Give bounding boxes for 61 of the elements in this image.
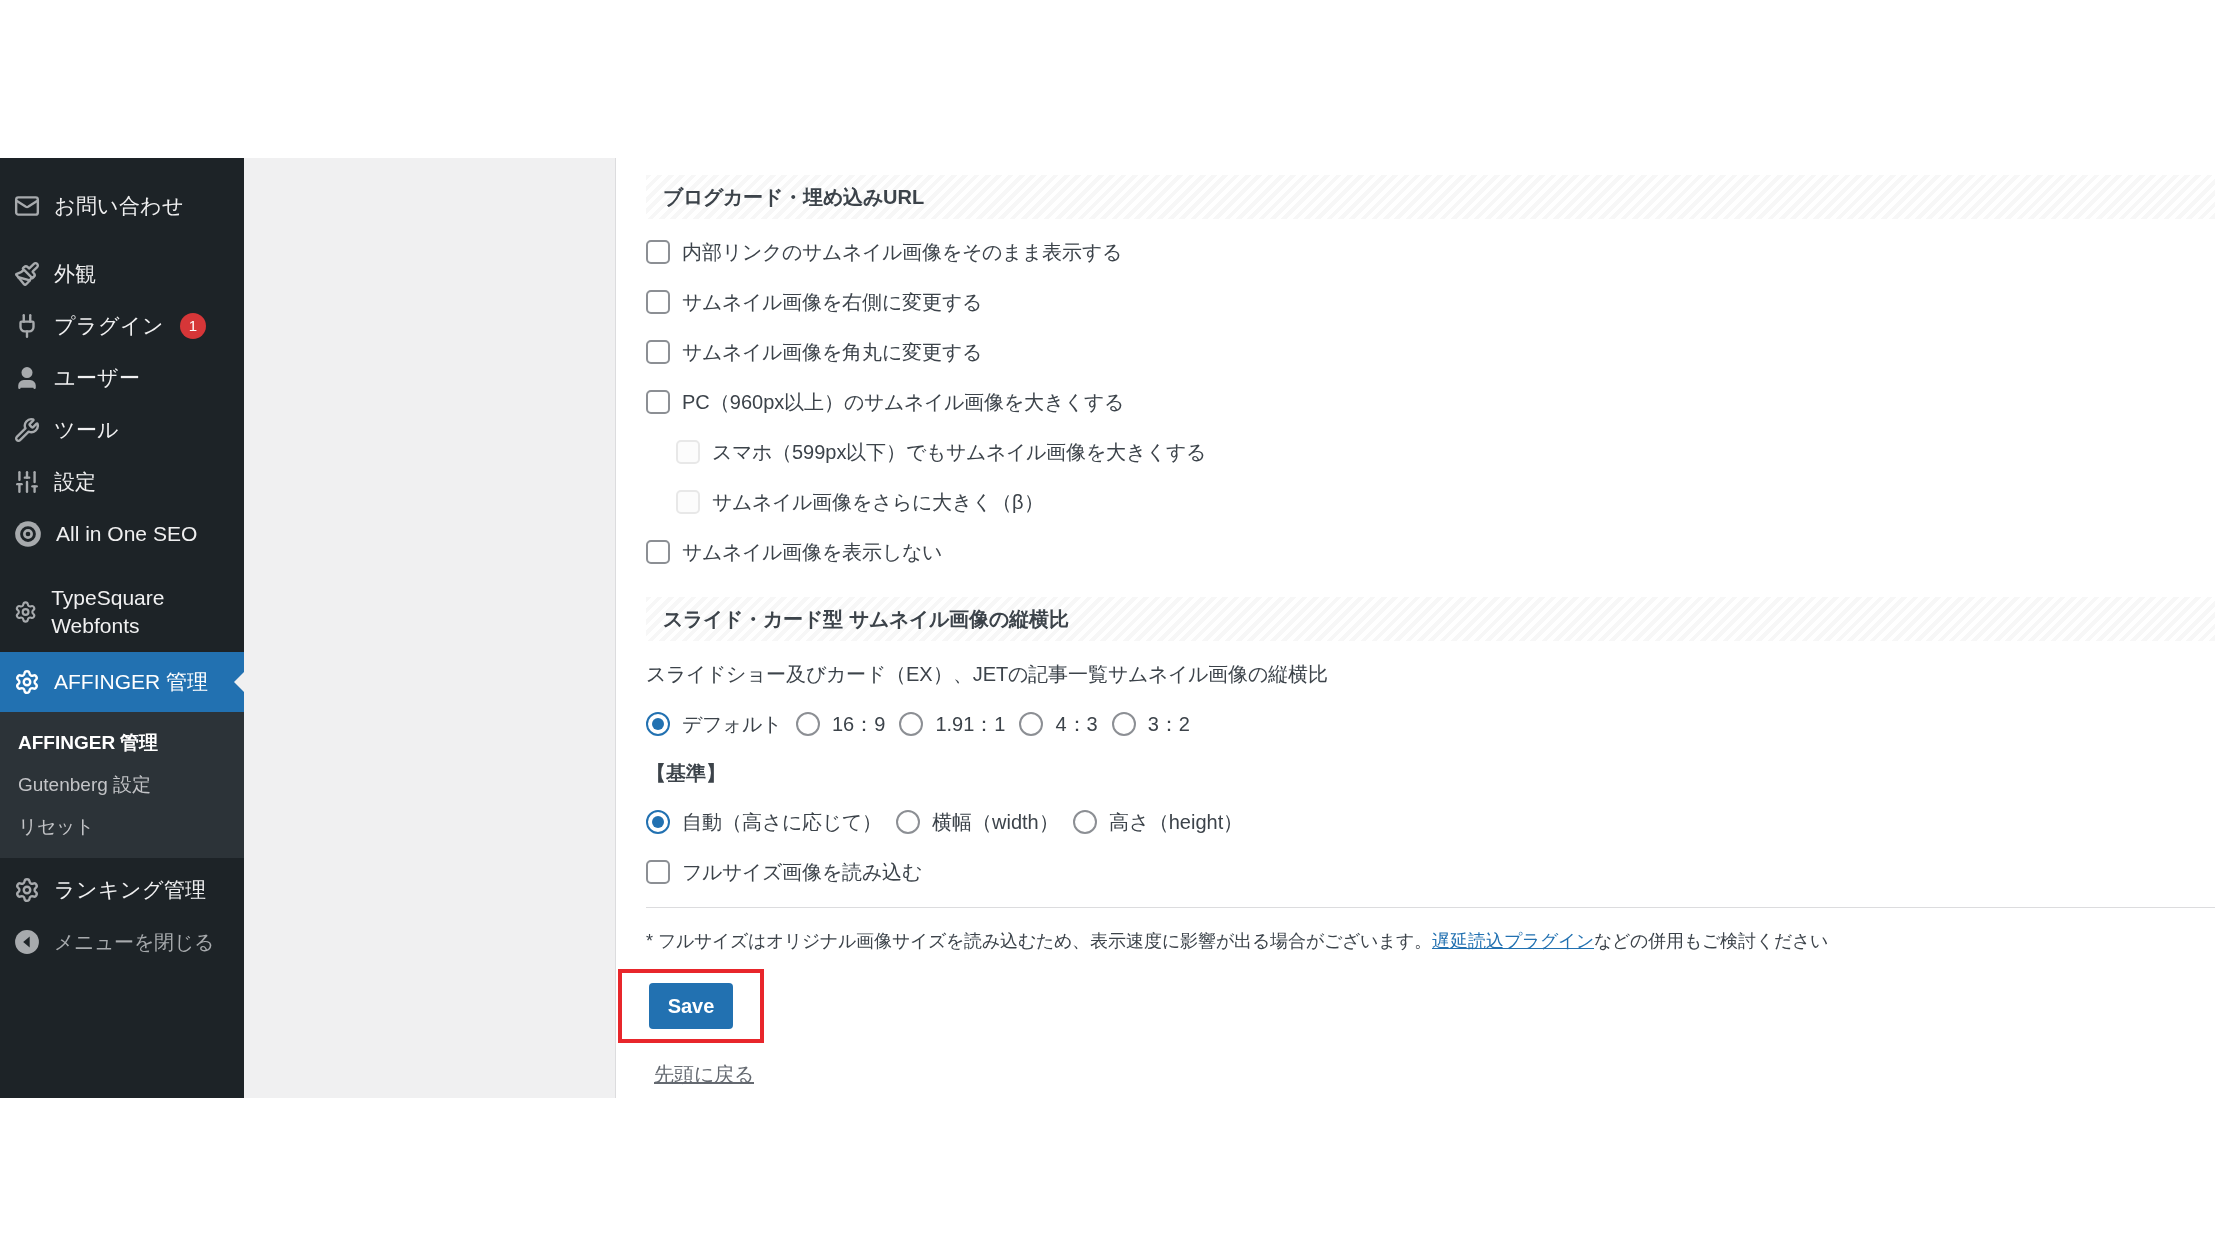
sidebar-item[interactable]: ランキング管理 xyxy=(0,864,244,916)
checkbox-label: 内部リンクのサムネイル画像をそのまま表示する xyxy=(682,240,1122,265)
radio-label: 自動（高さに応じて） xyxy=(682,810,882,835)
radio-button[interactable] xyxy=(646,810,670,834)
sliders-icon xyxy=(14,469,40,495)
collapse-menu-button[interactable]: メニューを閉じる xyxy=(0,916,244,968)
checkbox-label: サムネイル画像をさらに大きく（β） xyxy=(712,490,1044,515)
radio-button[interactable] xyxy=(899,712,924,736)
subheading: 【基準】 xyxy=(646,761,727,786)
sidebar-item[interactable]: TypeSquare Webfonts xyxy=(0,576,244,648)
radio-button[interactable] xyxy=(796,712,820,736)
checkbox[interactable] xyxy=(646,390,670,414)
sidebar-item[interactable]: お問い合わせ xyxy=(0,180,244,232)
checkbox-label: スマホ（599px以下）でもサムネイル画像を大きくする xyxy=(712,440,1207,465)
radio-label: 4：3 xyxy=(1055,712,1098,737)
description-text: スライドショー及びカード（EX）、JETの記事一覧サムネイル画像の縦横比 xyxy=(646,662,1330,687)
update-count-badge: 1 xyxy=(180,313,206,339)
checkbox[interactable] xyxy=(646,860,670,884)
checkbox[interactable] xyxy=(646,240,670,264)
radio-button[interactable] xyxy=(1019,712,1044,736)
radio-label: デフォルト xyxy=(682,712,782,737)
sidebar-item[interactable]: 設定 xyxy=(0,456,244,508)
radio-button[interactable] xyxy=(896,810,920,834)
sidebar-item[interactable]: AFFINGER 管理 xyxy=(0,652,244,712)
sidebar-item[interactable]: ユーザー xyxy=(0,352,244,404)
section-heading: ブログカード・埋め込みURL xyxy=(646,175,2215,219)
radio-label: 横幅（width） xyxy=(932,810,1059,835)
radio-button[interactable] xyxy=(1111,712,1136,736)
radio-button[interactable] xyxy=(1072,810,1097,834)
checkbox-label: フルサイズ画像を読み込む xyxy=(682,860,922,885)
gear-icon xyxy=(14,877,40,903)
gear-icon xyxy=(14,599,38,625)
checkbox[interactable] xyxy=(646,290,670,314)
checkbox[interactable] xyxy=(646,540,670,564)
checkbox-label: サムネイル画像を角丸に変更する xyxy=(682,340,982,365)
radio-button[interactable] xyxy=(646,712,670,736)
mail-icon xyxy=(14,193,40,219)
wrench-icon xyxy=(14,417,40,443)
submenu-item[interactable]: リセット xyxy=(0,806,244,848)
submenu-item[interactable]: AFFINGER 管理 xyxy=(0,722,244,764)
checkbox[interactable] xyxy=(646,340,670,364)
lazy-load-plugin-link[interactable]: 遅延読込プラグイン xyxy=(1432,931,1594,951)
footnote-text: * フルサイズはオリジナル画像サイズを読み込むため、表示速度に影響が出る場合がございます。遅延読込プラグインなどの併用もご検討ください xyxy=(646,930,1829,953)
checkbox-label: PC（960px以上）のサムネイル画像を大きくする xyxy=(682,390,1125,415)
checkbox-label: サムネイル画像を右側に変更する xyxy=(682,290,982,315)
back-to-top-link[interactable]: 先頭に戻る xyxy=(654,1059,754,1089)
radio-label: 1.91：1 xyxy=(935,712,1006,737)
checkbox-label: サムネイル画像を表示しない xyxy=(682,540,942,565)
section-heading: スライド・カード型 サムネイル画像の縦横比 xyxy=(646,597,2215,641)
sidebar-item[interactable]: All in One SEO xyxy=(0,508,244,560)
sidebar-item[interactable]: ツール xyxy=(0,404,244,456)
radio-label: 高さ（height） xyxy=(1108,810,1244,835)
radio-label: 3：2 xyxy=(1147,712,1190,737)
sidebar-item[interactable]: 外観 xyxy=(0,248,244,300)
sidebar-item[interactable]: プラグイン 1 xyxy=(0,300,244,352)
submenu-item[interactable]: Gutenberg 設定 xyxy=(0,764,244,806)
save-button[interactable]: Save xyxy=(649,983,733,1029)
radio-label: 16：9 xyxy=(832,712,886,737)
brush-icon xyxy=(14,261,40,287)
gear-icon xyxy=(14,669,40,695)
collapse-icon xyxy=(14,929,40,955)
